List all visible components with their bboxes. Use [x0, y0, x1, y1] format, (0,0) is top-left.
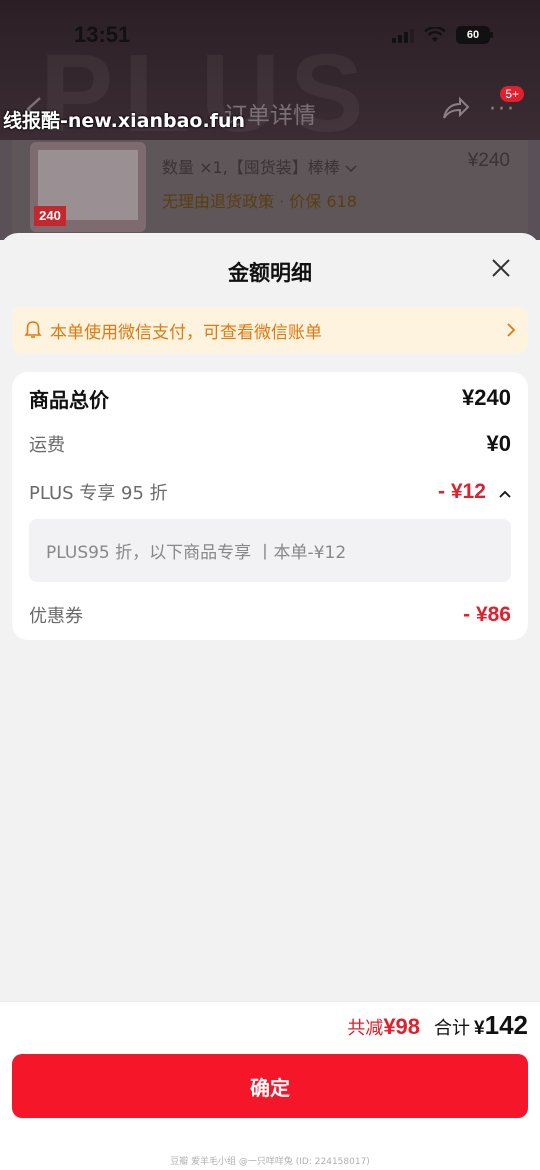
chevron-right-icon: [507, 323, 516, 337]
wechat-pay-notice[interactable]: 本单使用微信支付，可查看微信账单: [12, 307, 528, 353]
goods-total-label: 商品总价: [29, 387, 109, 412]
chevron-up-icon[interactable]: [499, 490, 511, 498]
close-icon[interactable]: [490, 257, 512, 279]
status-time: 13:51: [74, 22, 131, 47]
plus-discount-value-wrap: - ¥12: [438, 480, 511, 504]
total-currency: ¥: [474, 1018, 485, 1039]
confirm-button[interactable]: 确定: [12, 1054, 528, 1118]
coupon-label: 优惠券: [29, 606, 83, 627]
footer-bar: 共减 ¥98 合计 ¥ 142 确定 豆瓣 爱羊毛小组 @一只咩咩兔 (ID: …: [0, 1001, 540, 1170]
product-quantity: 数量 ×1,【囤货装】棒棒: [162, 154, 357, 178]
battery-icon: 60: [456, 26, 493, 44]
site-watermark: 线报酷-new.xianbao.fun: [3, 110, 245, 132]
notice-text: 本单使用微信支付，可查看微信账单: [50, 322, 322, 343]
amount-breakdown-card: 商品总价 ¥240 运费 ¥0 PLUS 专享 95 折 - ¥12 PLUS9…: [12, 372, 528, 640]
plus-discount-label: PLUS 专享 95 折: [29, 483, 168, 504]
shipping-value: ¥0: [486, 431, 511, 456]
product-policy: 无理由退货政策 · 价保 618: [162, 192, 357, 211]
notification-badge: 5+: [500, 86, 524, 102]
saved-label: 共减: [347, 1018, 384, 1039]
thumbnail-price-tag: 240: [34, 206, 66, 226]
signal-icon: [392, 27, 414, 43]
price-summary: 共减 ¥98 合计 ¥ 142: [347, 1010, 528, 1041]
bell-icon: [24, 321, 42, 338]
chevron-down-icon: [345, 165, 357, 173]
total-label: 合计: [434, 1018, 471, 1039]
plus-discount-row[interactable]: PLUS 专享 95 折 - ¥12: [29, 479, 511, 505]
product-row: 240 数量 ×1,【囤货装】棒棒 ¥240 无理由退货政策 · 价保 618: [12, 140, 528, 240]
status-bar: 13:51 60: [0, 18, 540, 58]
coupon-value: - ¥86: [463, 603, 511, 626]
more-icon[interactable]: ···: [489, 99, 516, 121]
background-page: PLUS 13:51 60 订单详情 ··· 5+ 线报酷-new.xianba…: [0, 0, 540, 240]
plus-discount-value: - ¥12: [438, 480, 486, 503]
product-thumbnail: 240: [30, 142, 146, 232]
shipping-label: 运费: [29, 435, 65, 456]
sheet-title: 金额明细: [228, 261, 312, 285]
footer-watermark: 豆瓣 爱羊毛小组 @一只咩咩兔 (ID: 224158017): [170, 1157, 370, 1167]
total-value: 142: [484, 1010, 528, 1040]
goods-total-row: 商品总价 ¥240: [29, 385, 511, 412]
shipping-row: 运费 ¥0: [29, 431, 511, 457]
share-icon[interactable]: [440, 94, 470, 124]
wifi-icon: [424, 27, 446, 42]
saved-value: ¥98: [383, 1014, 421, 1039]
coupon-row: 优惠券 - ¥86: [29, 602, 511, 628]
goods-total-value: ¥240: [462, 385, 511, 410]
status-icons: 60: [392, 26, 493, 44]
product-price: ¥240: [467, 150, 510, 171]
plus-discount-detail: PLUS95 折，以下商品专享 丨本单-¥12: [29, 519, 511, 582]
